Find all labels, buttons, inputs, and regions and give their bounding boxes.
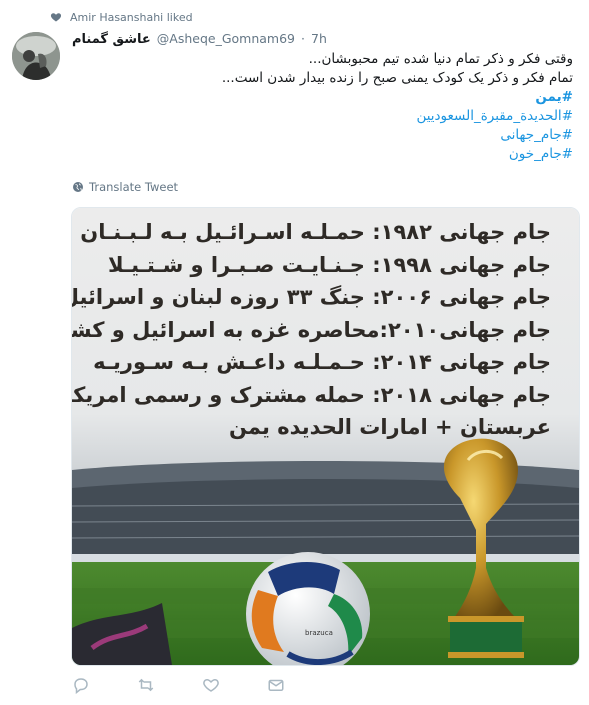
image-text-line: جام جهانی ۱۹۸۲: حمـلـه اسـرائـیل بـه لـب… [80, 220, 551, 244]
translate-tweet-link[interactable]: Translate Tweet [72, 180, 178, 194]
liked-by-row: Amir Hasanshahi liked [50, 8, 193, 26]
translate-label: Translate Tweet [89, 180, 179, 194]
liked-by-text[interactable]: Amir Hasanshahi liked [70, 11, 193, 24]
author-handle[interactable]: @Asheqe_Gomnam69 [157, 31, 295, 46]
reply-button[interactable] [72, 676, 137, 694]
tweet-time[interactable]: 7h [311, 31, 327, 46]
tweet-text: وقتی فکر و ذکر تمام دنیا شده تیم محبوبشا… [73, 50, 573, 164]
image-text-line: جام جهانی ۲۰۱۸: حمله مشترک و رسمی امریکا… [71, 382, 551, 407]
image-text-line: جام جهانی ۱۹۹۸: جـنـایـت صـبـرا و شـتـیـ… [107, 252, 551, 277]
retweet-button[interactable] [137, 676, 202, 694]
image-text-overlay: جام جهانی ۱۹۸۲: حمـلـه اسـرائـیل بـه لـب… [71, 216, 551, 444]
like-icon [203, 678, 219, 692]
author-name[interactable]: عاشق گمنام [72, 32, 151, 47]
hashtag-link[interactable]: #یمن [535, 89, 573, 105]
image-text-line: جام جهانی ۲۰۰۶: جنگ ۳۳ روزه لبنان و اسرا… [71, 285, 551, 309]
image-text-line: جام جهانی ۲۰۱۴: حـمـلـه داعـش بـه سـوریـ… [93, 350, 551, 374]
hashtag-link[interactable]: #جام_جهانی [500, 127, 573, 143]
dm-icon [268, 679, 284, 691]
hashtag-link[interactable]: #جام_خون [509, 146, 573, 162]
tweet-actions [72, 676, 332, 694]
separator: · [301, 31, 305, 46]
tweet-text-line: وقتی فکر و ذکر تمام دنیا شده تیم محبوبشا… [308, 51, 573, 67]
avatar[interactable] [12, 32, 60, 80]
like-button[interactable] [202, 676, 267, 694]
image-text-line: عربستان + امارات الحدیده یمن [229, 415, 551, 439]
direct-message-button[interactable] [267, 676, 332, 694]
tweet-image[interactable]: جام جهانی ۱۹۸۲: حمـلـه اسـرائـیل بـه لـب… [71, 207, 580, 666]
reply-icon [74, 678, 88, 694]
retweet-icon [138, 678, 154, 692]
globe-icon [73, 182, 83, 192]
ball-brand-label: brazuca [305, 629, 333, 637]
hashtag-link[interactable]: #الحديدة_مقبرة_السعوديين [416, 108, 573, 124]
tweet-header: عاشق گمنام @Asheqe_Gomnam69 · 7h [72, 31, 327, 47]
image-text-line: جام جهانی۲۰۱۰:محاصره غزه به اسرائیل و کش… [71, 317, 551, 342]
heart-icon [50, 13, 62, 22]
tweet-text-line: تمام فکر و ذکر یک کودک یمنی صبح را زنده … [221, 70, 573, 86]
